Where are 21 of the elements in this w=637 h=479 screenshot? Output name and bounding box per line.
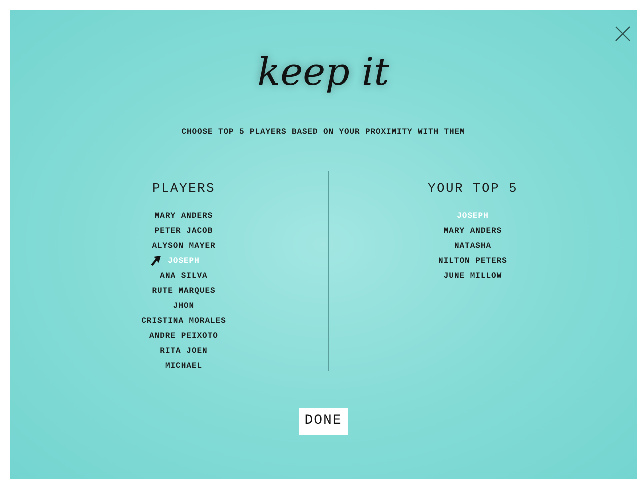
done-button[interactable]: DONE — [298, 408, 348, 435]
player-item[interactable]: RITA JOEN — [160, 344, 208, 359]
player-item[interactable]: MARY ANDERS — [154, 209, 214, 224]
player-item[interactable]: RUTE MARQUES — [152, 284, 216, 299]
close-icon[interactable] — [615, 26, 631, 42]
player-item[interactable]: JUNE MILLOW — [444, 269, 502, 284]
player-item[interactable]: JHON — [173, 299, 195, 314]
player-item[interactable]: MICHAEL — [165, 359, 203, 374]
player-item[interactable]: MARY ANDERS — [444, 224, 502, 239]
player-item[interactable]: ALYSON MAYER — [152, 239, 216, 254]
player-item[interactable]: ANDRE PEIXOTO — [150, 329, 218, 344]
pointer-icon — [150, 255, 162, 267]
player-item[interactable]: PETER JACOB — [154, 224, 214, 239]
column-heading: PLAYERS — [152, 181, 216, 196]
column-heading: YOUR TOP 5 — [428, 181, 518, 196]
player-item[interactable]: NILTON PETERS — [438, 254, 508, 269]
instruction-text: CHOOSE TOP 5 PLAYERS BASED ON YOUR PROXIMITY WITH THEM — [182, 128, 466, 137]
player-item[interactable]: CRISTINA MORALES — [142, 314, 226, 329]
logo: keep it — [258, 50, 390, 94]
player-item[interactable]: NATASHA — [454, 239, 492, 254]
player-item[interactable]: ANA SILVA — [160, 269, 208, 284]
